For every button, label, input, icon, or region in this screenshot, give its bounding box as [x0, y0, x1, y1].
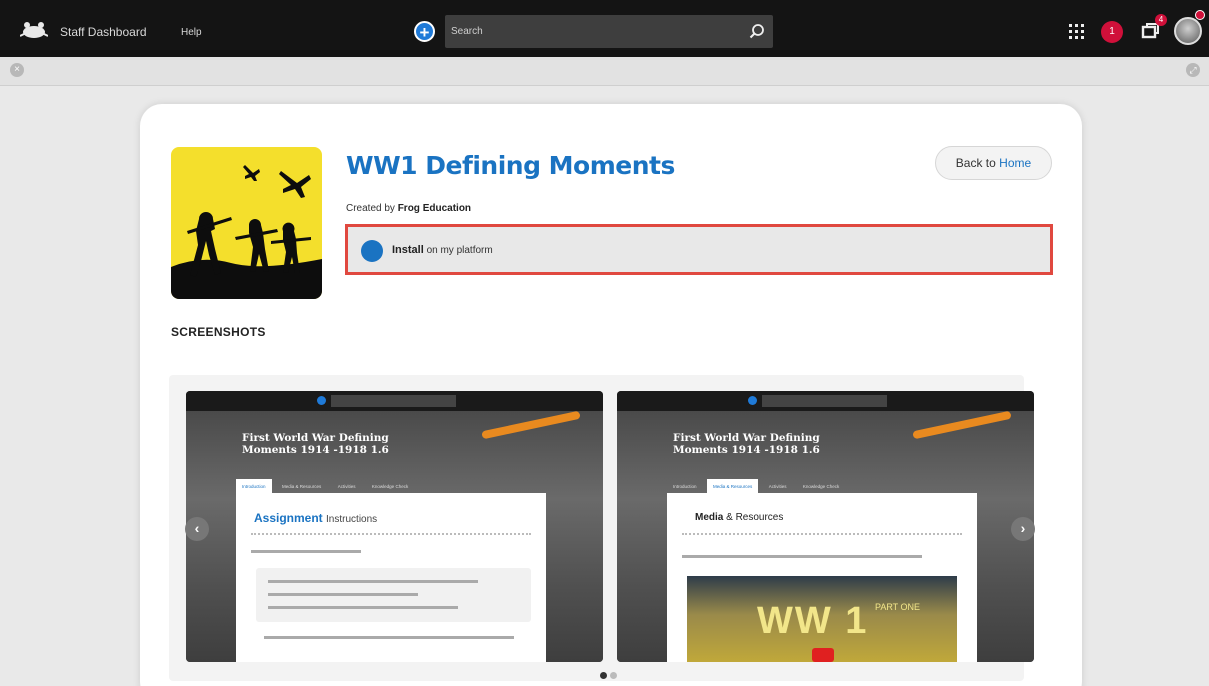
screenshot-tab: Activities — [768, 484, 787, 489]
video-title: WW 1 — [757, 600, 869, 642]
carousel-prev-button[interactable]: ‹ — [185, 517, 209, 541]
screenshot-tab: Introduction — [236, 479, 272, 494]
text-line — [264, 636, 514, 639]
screenshot-tab: Media & Resources — [706, 479, 759, 494]
plus-icon — [317, 396, 326, 405]
screenshot-toolbar — [186, 391, 603, 411]
app-thumbnail-image — [171, 147, 322, 299]
screenshots-carousel: First World War Defining Moments 1914 -1… — [169, 375, 1035, 681]
install-suffix: on my platform — [426, 245, 493, 256]
install-button[interactable]: Install on my platform — [345, 224, 1053, 275]
close-icon[interactable]: × — [10, 63, 24, 77]
creator-name: Frog Education — [397, 203, 472, 214]
screenshot-heading-rest: Instructions — [326, 514, 378, 525]
messages-badge: 4 — [1155, 14, 1167, 26]
sub-toolbar: × ⤢ — [0, 57, 1209, 86]
text-line — [251, 550, 361, 553]
screenshot-search-bar — [331, 395, 456, 407]
decorative-divider — [251, 533, 531, 537]
install-icon — [361, 240, 383, 262]
home-link-label: Home — [999, 156, 1032, 170]
screenshot-item[interactable]: First World War Defining Moments 1914 -1… — [186, 391, 603, 662]
top-navigation-bar: Staff Dashboard Help + 1 4 — [0, 0, 1209, 57]
text-line — [682, 555, 922, 558]
install-label: Install — [392, 244, 424, 256]
screenshot-content-page: Media & Resources WW 1 PART ONE — [667, 493, 977, 662]
screenshot-tab: Knowledge Check — [802, 484, 840, 489]
video-subtitle: PART ONE — [875, 602, 921, 612]
frog-logo-icon[interactable] — [20, 21, 48, 39]
text-line — [268, 593, 418, 596]
add-button[interactable]: + — [414, 21, 435, 42]
plus-icon: + — [419, 23, 430, 42]
screenshot-tabs: Introduction Media & Resources Activitie… — [667, 475, 977, 494]
plus-icon — [748, 396, 757, 405]
apps-grid-icon[interactable] — [1069, 24, 1084, 39]
play-icon — [812, 648, 834, 662]
screenshot-heading: Assignment Instructions — [254, 511, 377, 525]
screenshot-search-bar — [762, 395, 887, 407]
app-title: WW1 Defining Moments — [346, 151, 675, 180]
text-line — [268, 606, 458, 609]
search-box[interactable] — [445, 15, 773, 48]
video-thumbnail: WW 1 PART ONE — [687, 576, 957, 662]
screenshot-title: First World War Defining Moments 1914 -1… — [242, 432, 389, 456]
created-by-text: Created by Frog Education — [346, 203, 471, 214]
carousel-dot[interactable] — [610, 672, 617, 679]
screenshot-tabs: Introduction Media & Resources Activitie… — [236, 475, 546, 494]
chevron-right-icon: › — [1020, 520, 1026, 536]
screenshot-toolbar — [617, 391, 1034, 411]
screenshot-heading-rest: & Resources — [726, 512, 784, 523]
app-details-card: WW1 Defining Moments Created by Frog Edu… — [140, 104, 1082, 686]
install-text: Install on my platform — [392, 244, 493, 256]
back-label: Back to — [955, 156, 996, 170]
chevron-left-icon: ‹ — [194, 520, 200, 536]
screenshot-tab: Introduction — [673, 484, 697, 489]
screenshot-tab: Activities — [337, 484, 356, 489]
carousel-dot[interactable] — [600, 672, 607, 679]
screenshot-heading-bold: Media — [695, 512, 724, 523]
notifications-badge[interactable]: 1 — [1101, 21, 1123, 43]
staff-dashboard-link[interactable]: Staff Dashboard — [60, 25, 147, 39]
screenshot-content-page: Assignment Instructions — [236, 493, 546, 662]
search-input[interactable] — [451, 22, 731, 41]
screenshot-item[interactable]: First World War Defining Moments 1914 -1… — [617, 391, 1034, 662]
screenshot-tab: Knowledge Check — [371, 484, 409, 489]
back-to-home-button[interactable]: Back to Home — [935, 146, 1052, 180]
created-by-label: Created by — [346, 203, 395, 214]
expand-icon[interactable]: ⤢ — [1186, 63, 1200, 77]
screenshot-heading-bold: Assignment — [254, 511, 323, 525]
carousel-pagination — [600, 666, 630, 679]
instruction-list-box — [256, 568, 531, 622]
user-avatar[interactable] — [1174, 17, 1202, 45]
search-icon[interactable] — [749, 23, 765, 39]
carousel-next-button[interactable]: › — [1011, 517, 1035, 541]
help-link[interactable]: Help — [181, 27, 202, 38]
screenshot-title: First World War Defining Moments 1914 -1… — [673, 432, 820, 456]
avatar-status-dot — [1195, 10, 1205, 20]
decorative-divider — [682, 533, 962, 537]
screenshot-heading: Media & Resources — [695, 512, 783, 523]
screenshots-heading: SCREENSHOTS — [171, 325, 266, 339]
text-line — [268, 580, 478, 583]
screenshot-tab: Media & Resources — [281, 484, 322, 489]
